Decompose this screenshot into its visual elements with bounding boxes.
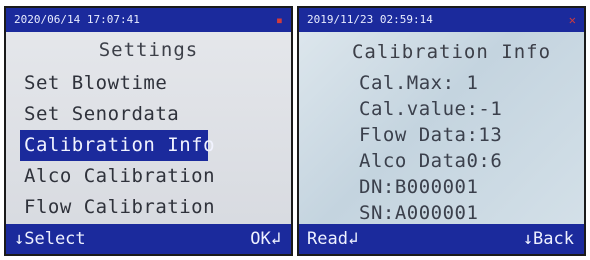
cal-max-line: Cal.Max: 1	[359, 72, 479, 94]
settings-menu: Set Blowtime Set Senordata Calibration I…	[20, 68, 219, 223]
device-number-line: DN:B000001	[359, 176, 479, 198]
menu-item-set-senordata[interactable]: Set Senordata	[20, 99, 219, 130]
back-softkey[interactable]: ↓Back	[523, 224, 574, 254]
menu-item-set-blowtime[interactable]: Set Blowtime	[20, 68, 219, 99]
softkey-bar: ↓Select OK↲	[6, 224, 291, 254]
calibration-info-screen: 2019/11/23 02:59:14 ✕ Calibration Info C…	[297, 6, 586, 256]
calibration-info-list: Cal.Max: 1 Cal.value:-1 Flow Data:13 Alc…	[359, 70, 502, 226]
cal-value-line: Cal.value:-1	[359, 98, 503, 120]
datetime-label: 2019/11/23 02:59:14	[307, 13, 433, 26]
settings-screen: 2020/06/14 17:07:41 ▪ Settings Set Blowt…	[4, 6, 293, 256]
close-icon: ✕	[568, 13, 576, 27]
read-softkey[interactable]: Read↲	[307, 224, 358, 254]
serial-number-line: SN:A000001	[359, 202, 479, 224]
menu-item-flow-calibration[interactable]: Flow Calibration	[20, 192, 219, 223]
menu-item-alco-calibration[interactable]: Alco Calibration	[20, 161, 219, 192]
ok-softkey[interactable]: OK↲	[250, 224, 281, 254]
status-bar: 2020/06/14 17:07:41 ▪	[6, 8, 291, 32]
status-bar: 2019/11/23 02:59:14 ✕	[299, 8, 584, 32]
screen-title: Calibration Info	[351, 41, 552, 63]
flow-data-line: Flow Data:13	[359, 124, 503, 146]
alco-data-line: Alco Data0:6	[359, 150, 503, 172]
datetime-label: 2020/06/14 17:07:41	[14, 13, 140, 26]
select-softkey[interactable]: ↓Select	[14, 224, 86, 254]
menu-item-calibration-info[interactable]: Calibration Info	[20, 130, 215, 161]
softkey-bar: Read↲ ↓Back	[299, 224, 584, 254]
battery-icon: ▪	[275, 13, 283, 27]
screen-title: Settings	[98, 39, 199, 61]
